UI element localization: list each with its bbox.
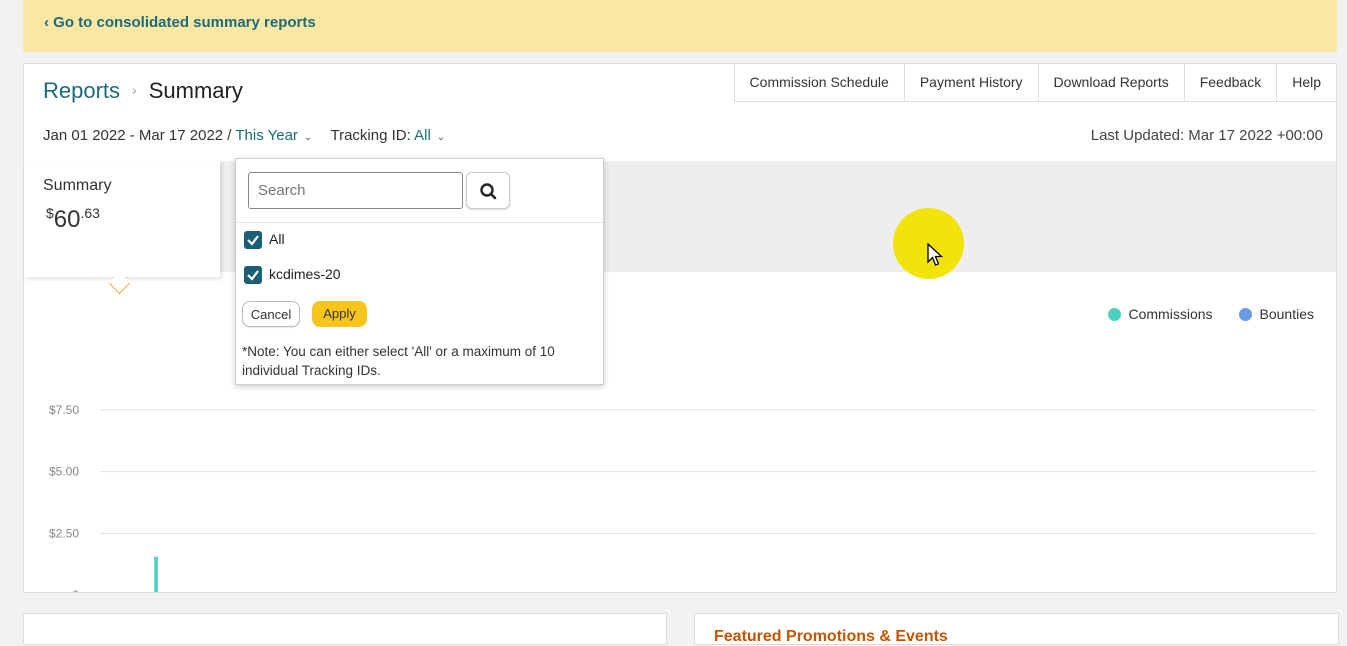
y-tick-label: $5.00	[49, 465, 79, 479]
checkmark-icon	[247, 235, 259, 246]
commission-bar[interactable]	[154, 556, 158, 592]
summary-tile[interactable]: Summary $60.63	[24, 161, 220, 277]
bottom-left-panel	[23, 613, 667, 645]
checkbox-all[interactable]	[244, 231, 262, 249]
breadcrumb: Reports › Summary	[43, 78, 243, 104]
legend-bounties-label: Bounties	[1259, 306, 1314, 322]
consolidated-summary-link[interactable]: ‹ Go to consolidated summary reports	[44, 14, 316, 31]
breadcrumb-separator: ›	[132, 82, 137, 98]
mouse-cursor-icon	[927, 243, 944, 266]
chevron-down-icon[interactable]: ⌄	[437, 132, 445, 143]
tracking-id-label: Tracking ID:	[330, 127, 411, 144]
chart-legend: Commissions Bounties	[1107, 306, 1314, 322]
option-kcdimes-20-label[interactable]: kcdimes-20	[269, 266, 341, 282]
search-icon	[480, 183, 497, 200]
date-range: Jan 01 2022 - Mar 17 2022 /	[43, 127, 232, 144]
summary-label: Summary	[43, 177, 112, 194]
earnings-chart: 0$2.50$5.00$7.5001 Jan091725021018260614	[49, 403, 1317, 592]
tab-download-reports[interactable]: Download Reports	[1038, 64, 1185, 102]
tab-commission-schedule[interactable]: Commission Schedule	[734, 64, 905, 102]
top-tabs: Commission Schedule Payment History Down…	[733, 64, 1336, 102]
tracking-search-input[interactable]	[248, 172, 463, 209]
search-button[interactable]	[466, 172, 510, 209]
y-tick-label: 0	[72, 588, 79, 592]
tab-help[interactable]: Help	[1277, 64, 1336, 102]
currency-symbol: $	[46, 205, 54, 221]
legend-bounties[interactable]: Bounties	[1238, 306, 1314, 322]
summary-amount: $60.63	[46, 205, 100, 234]
filter-bar: Jan 01 2022 - Mar 17 2022 / This Year ⌄ T…	[43, 127, 449, 144]
selection-note: *Note: You can either select 'All' or a …	[242, 344, 555, 378]
featured-promotions-title: Featured Promotions & Events	[714, 628, 948, 645]
tracking-id-dropdown[interactable]: All	[414, 127, 431, 144]
summary-band	[24, 161, 1336, 272]
page-title: Summary	[148, 78, 243, 103]
checkmark-icon	[247, 270, 259, 281]
breadcrumb-reports-link[interactable]: Reports	[43, 78, 120, 103]
tab-feedback[interactable]: Feedback	[1184, 64, 1278, 102]
featured-promotions-panel: Featured Promotions & Events	[694, 613, 1339, 645]
amount-cents: .63	[80, 205, 100, 221]
y-tick-label: $2.50	[49, 526, 79, 540]
summary-card: Reports › Summary Commission Schedule Paym…	[23, 63, 1337, 593]
option-all-label[interactable]: All	[269, 231, 285, 247]
popup-divider	[236, 222, 603, 223]
checkbox-kcdimes-20[interactable]	[244, 266, 262, 284]
commissions-dot-icon	[1107, 308, 1121, 321]
legend-commissions-label: Commissions	[1128, 306, 1213, 322]
last-updated: Last Updated: Mar 17 2022 +00:00	[1090, 127, 1323, 144]
bounties-dot-icon	[1238, 308, 1252, 321]
period-dropdown[interactable]: This Year	[235, 127, 298, 144]
chevron-down-icon[interactable]: ⌄	[304, 132, 312, 143]
consolidated-banner: ‹ Go to consolidated summary reports	[23, 0, 1337, 52]
apply-button[interactable]: Apply	[312, 301, 367, 327]
cancel-button[interactable]: Cancel	[242, 301, 300, 327]
tracking-id-popup: All kcdimes-20 Cancel Apply *Note: You c…	[235, 158, 604, 385]
tab-payment-history[interactable]: Payment History	[904, 64, 1039, 102]
amount-whole: 60	[53, 206, 81, 233]
legend-commissions[interactable]: Commissions	[1107, 306, 1213, 322]
y-tick-label: $7.50	[49, 403, 79, 417]
